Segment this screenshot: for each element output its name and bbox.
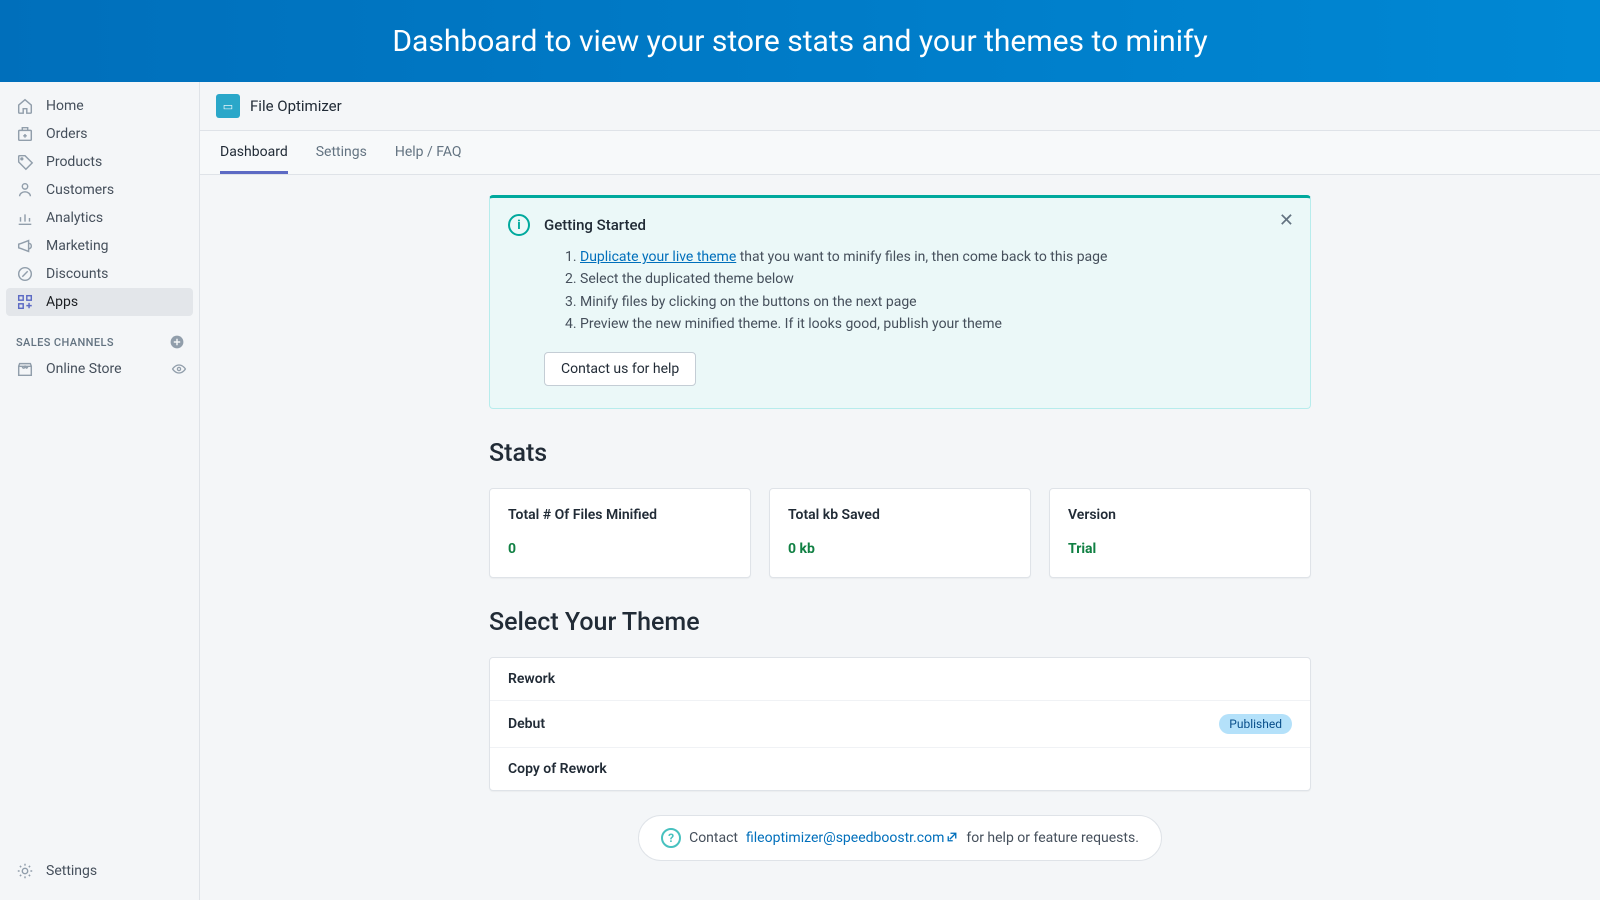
nav-label: Customers: [46, 182, 114, 198]
store-icon: [16, 360, 34, 378]
steps-list: Duplicate your live theme that you want …: [580, 246, 1292, 336]
megaphone-icon: [16, 237, 34, 255]
step-3: Minify files by clicking on the buttons …: [580, 291, 1292, 313]
theme-row[interactable]: Debut Published: [490, 701, 1310, 748]
sales-channels-header: SALES CHANNELS: [0, 316, 199, 354]
theme-name: Copy of Rework: [508, 761, 607, 777]
step-2: Select the duplicated theme below: [580, 268, 1292, 290]
apps-icon: [16, 293, 34, 311]
nav-marketing[interactable]: Marketing: [0, 232, 199, 260]
stat-value: 0: [508, 541, 732, 557]
section-label: SALES CHANNELS: [16, 336, 114, 349]
nav-label: Home: [46, 98, 84, 114]
help-icon: ?: [661, 828, 681, 848]
stats-grid: Total # Of Files Minified 0 Total kb Sav…: [489, 488, 1311, 578]
nav-discounts[interactable]: Discounts: [0, 260, 199, 288]
contact-help-button[interactable]: Contact us for help: [544, 352, 696, 386]
nav-label: Marketing: [46, 238, 109, 254]
main-content: ▭ File Optimizer Dashboard Settings Help…: [200, 82, 1600, 900]
stat-label: Total kb Saved: [788, 507, 1012, 523]
callout-title: Getting Started: [544, 216, 646, 234]
sidebar: Home Orders Products Customers Analytics…: [0, 82, 200, 900]
step-4: Preview the new minified theme. If it lo…: [580, 313, 1292, 335]
stat-value: 0 kb: [788, 541, 1012, 557]
theme-name: Debut: [508, 716, 545, 732]
stat-label: Version: [1068, 507, 1292, 523]
gear-icon: [16, 862, 34, 880]
add-channel-icon[interactable]: [169, 334, 185, 350]
tag-icon: [16, 153, 34, 171]
tab-help[interactable]: Help / FAQ: [395, 131, 462, 174]
duplicate-theme-link[interactable]: Duplicate your live theme: [580, 249, 736, 265]
nav-analytics[interactable]: Analytics: [0, 204, 199, 232]
promo-banner: Dashboard to view your store stats and y…: [0, 0, 1600, 82]
home-icon: [16, 97, 34, 115]
footer-contact: ? Contact fileoptimizer@speedboostr.com …: [638, 815, 1162, 861]
nav-orders[interactable]: Orders: [0, 120, 199, 148]
nav-label: Products: [46, 154, 102, 170]
tab-dashboard[interactable]: Dashboard: [220, 131, 288, 174]
stat-value: Trial: [1068, 541, 1292, 557]
tab-bar: Dashboard Settings Help / FAQ: [200, 131, 1600, 175]
themes-heading: Select Your Theme: [489, 608, 1311, 637]
person-icon: [16, 181, 34, 199]
getting-started-callout: ✕ i Getting Started Duplicate your live …: [489, 195, 1311, 409]
channel-online-store[interactable]: Online Store: [0, 354, 199, 384]
close-icon[interactable]: ✕: [1279, 212, 1294, 230]
contact-email-link[interactable]: fileoptimizer@speedboostr.com: [746, 830, 958, 846]
orders-icon: [16, 125, 34, 143]
external-link-icon: [946, 831, 958, 843]
theme-list: Rework Debut Published Copy of Rework: [489, 657, 1311, 791]
step-1: Duplicate your live theme that you want …: [580, 246, 1292, 268]
footer-suffix: for help or feature requests.: [966, 830, 1139, 846]
nav-products[interactable]: Products: [0, 148, 199, 176]
info-icon: i: [508, 214, 530, 236]
theme-row[interactable]: Rework: [490, 658, 1310, 701]
nav-label: Apps: [46, 294, 78, 310]
stats-heading: Stats: [489, 439, 1311, 468]
stat-label: Total # Of Files Minified: [508, 507, 732, 523]
stat-version: Version Trial: [1049, 488, 1311, 578]
app-title: File Optimizer: [250, 97, 342, 115]
banner-text: Dashboard to view your store stats and y…: [392, 24, 1207, 59]
published-badge: Published: [1219, 714, 1292, 734]
nav-customers[interactable]: Customers: [0, 176, 199, 204]
app-header: ▭ File Optimizer: [200, 82, 1600, 131]
tab-settings[interactable]: Settings: [316, 131, 367, 174]
nav-apps[interactable]: Apps: [6, 288, 193, 316]
nav-label: Orders: [46, 126, 88, 142]
stat-files-minified: Total # Of Files Minified 0: [489, 488, 751, 578]
discount-icon: [16, 265, 34, 283]
view-icon[interactable]: [171, 361, 187, 377]
app-logo-icon: ▭: [216, 94, 240, 118]
theme-row[interactable]: Copy of Rework: [490, 748, 1310, 790]
footer-prefix: Contact: [689, 830, 738, 846]
nav-label: Discounts: [46, 266, 108, 282]
chart-icon: [16, 209, 34, 227]
nav-label: Analytics: [46, 210, 103, 226]
settings-label: Settings: [46, 863, 97, 879]
nav-home[interactable]: Home: [0, 92, 199, 120]
nav-settings[interactable]: Settings: [0, 856, 199, 886]
stat-kb-saved: Total kb Saved 0 kb: [769, 488, 1031, 578]
channel-label: Online Store: [46, 361, 122, 377]
theme-name: Rework: [508, 671, 555, 687]
